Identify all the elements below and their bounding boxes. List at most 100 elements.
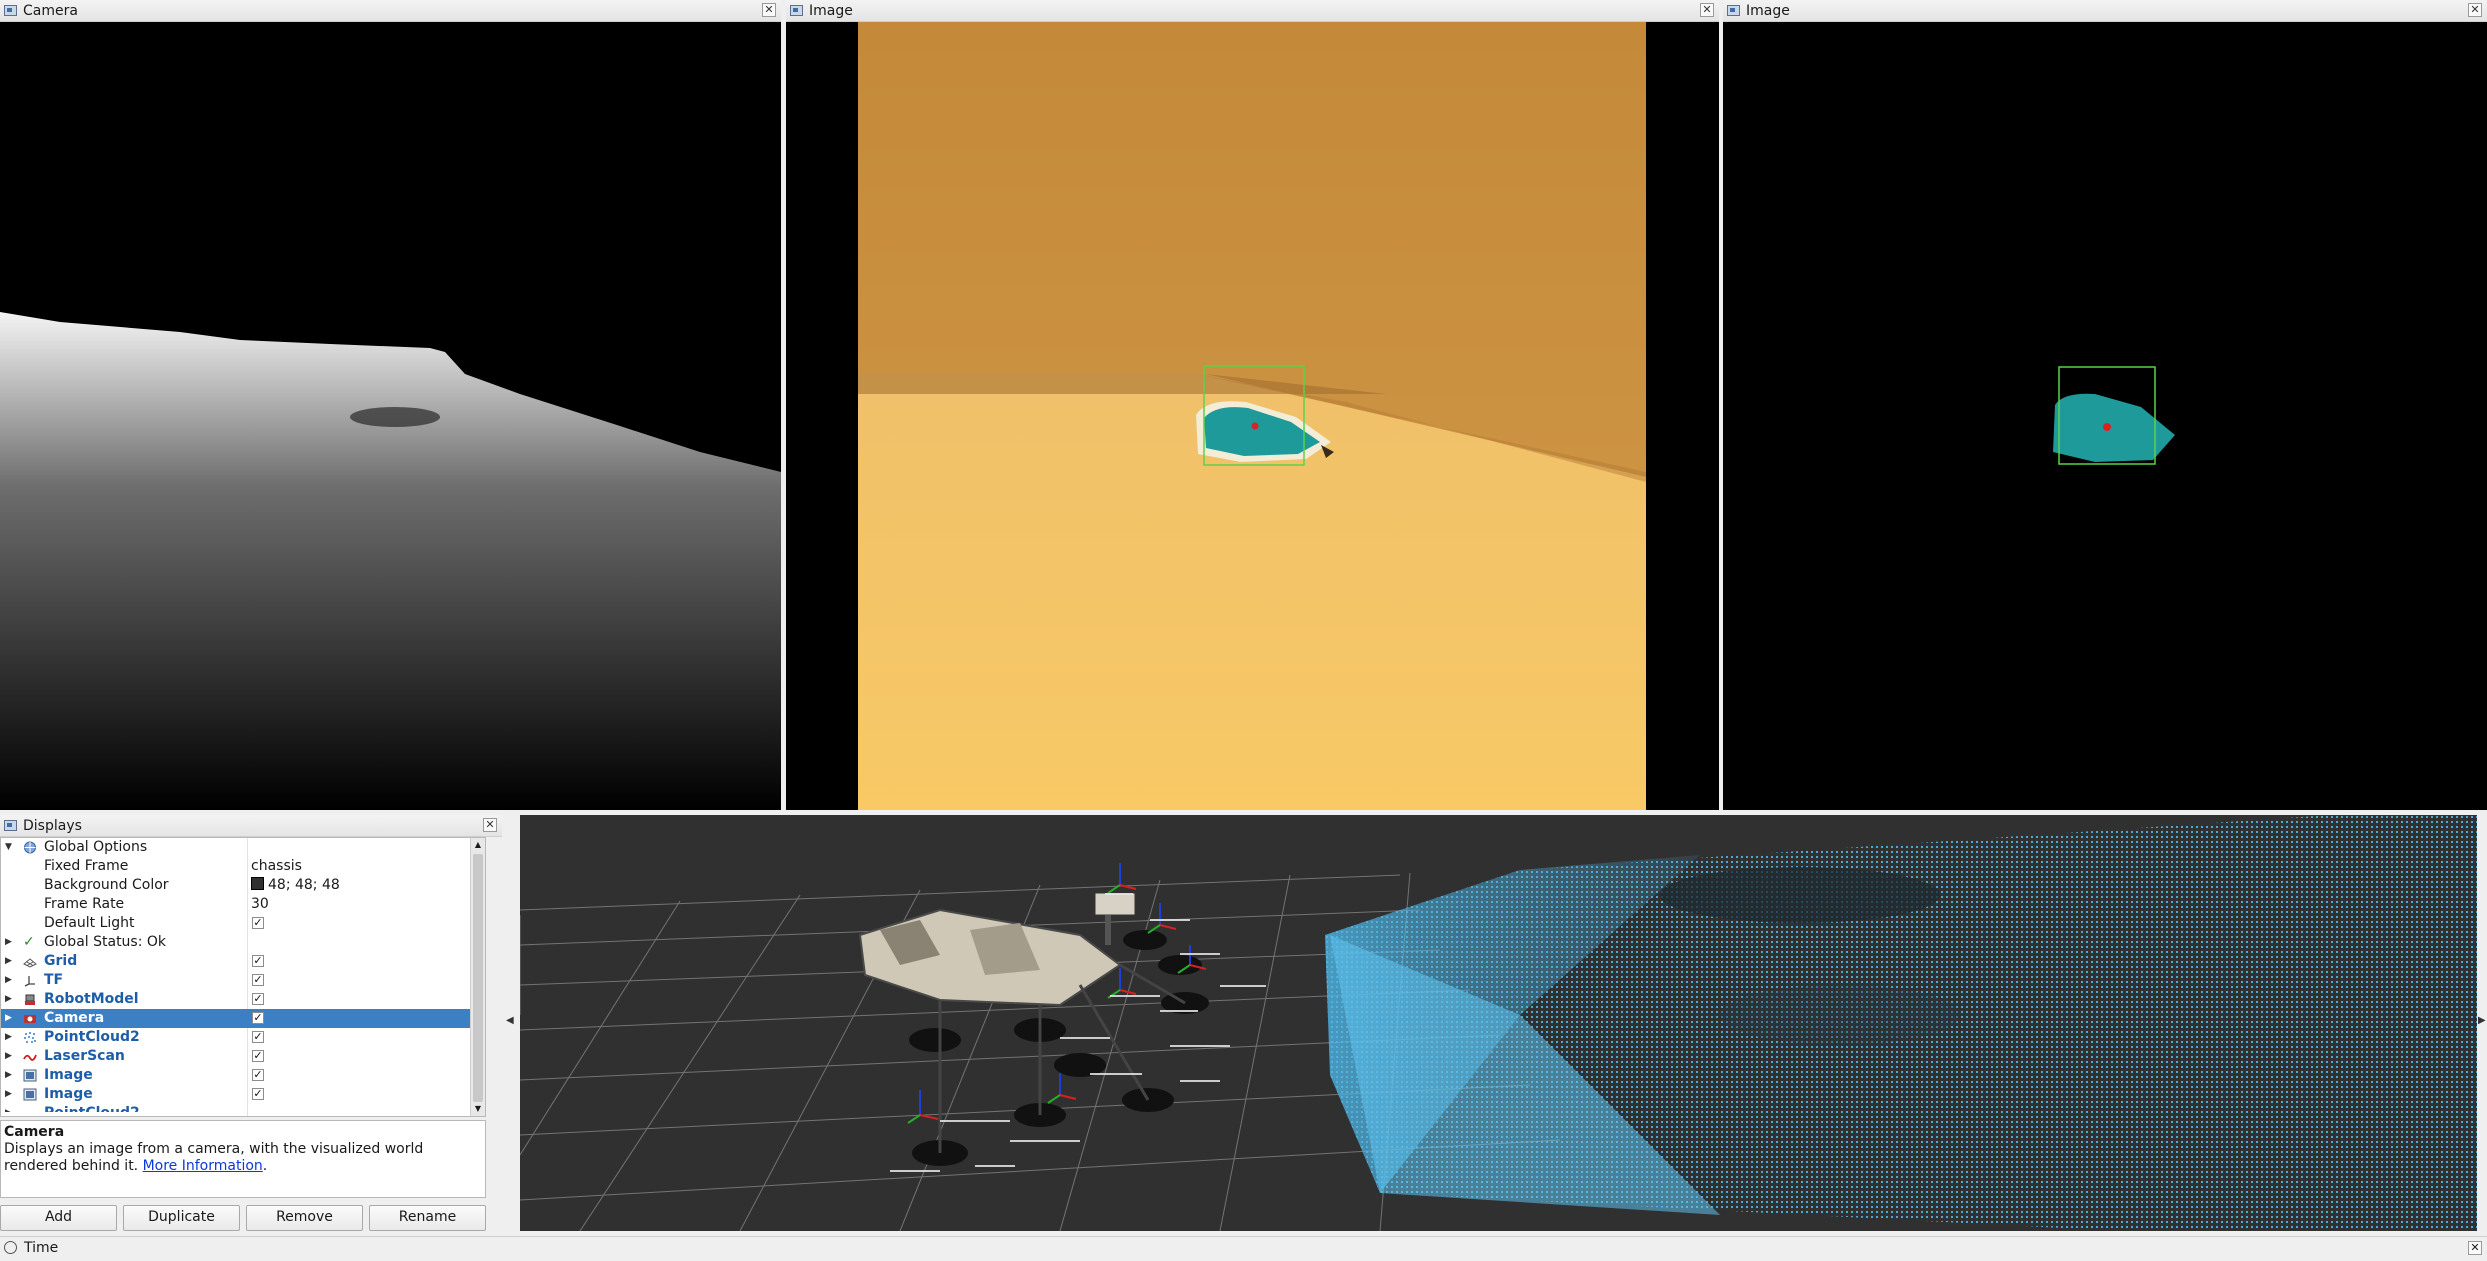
checkmark-icon: ✓ xyxy=(23,934,35,950)
camera-depth-view[interactable] xyxy=(0,22,781,810)
expand-arrow-icon[interactable]: ▼ xyxy=(5,838,15,857)
global-status-label: Global Status: Ok xyxy=(44,934,167,950)
collapse-arrow-icon[interactable]: ▶ xyxy=(5,1028,15,1047)
collapse-arrow-icon[interactable]: ▶ xyxy=(5,933,15,952)
tree-row-frame-rate[interactable]: Frame Rate 30 xyxy=(1,895,485,914)
background-color-label: Background Color xyxy=(44,877,169,893)
close-icon[interactable]: ✕ xyxy=(2468,3,2482,17)
rename-button[interactable]: Rename xyxy=(369,1205,486,1231)
camera-checkbox[interactable]: ✓ xyxy=(252,1012,264,1024)
camera-panel: Camera ✕ xyxy=(0,0,781,810)
displays-panel: Displays ✕ ▼ Global Options Fixed Frame … xyxy=(0,815,502,1235)
tree-row-global-options[interactable]: ▼ Global Options xyxy=(1,838,485,857)
grid-checkbox[interactable]: ✓ xyxy=(252,955,264,967)
image-1-checkbox[interactable]: ✓ xyxy=(252,1069,264,1081)
image-right-view[interactable] xyxy=(1723,22,2487,810)
duplicate-button[interactable]: Duplicate xyxy=(123,1205,240,1231)
clock-icon xyxy=(4,1241,17,1254)
pointcloud-icon xyxy=(24,1032,36,1043)
image-right-titlebar[interactable]: Image ✕ xyxy=(1723,0,2487,22)
scroll-up-icon[interactable]: ▲ xyxy=(471,838,485,852)
close-icon[interactable]: ✕ xyxy=(483,818,497,832)
mask-image xyxy=(1723,22,2487,810)
collapse-arrow-icon[interactable]: ▶ xyxy=(5,1085,15,1104)
collapse-arrow-icon[interactable]: ▶ xyxy=(5,952,15,971)
display-label-robotmodel: RobotModel xyxy=(44,991,139,1007)
tree-row-pointcloud2-2[interactable]: ▶ PointCloud2 xyxy=(1,1104,485,1112)
display-label-image-2: Image xyxy=(44,1086,93,1102)
description-body: Displays an image from a camera, with th… xyxy=(4,1141,424,1174)
displays-title: Displays xyxy=(23,817,82,834)
close-icon[interactable]: ✕ xyxy=(2468,1241,2482,1255)
display-label-image-1: Image xyxy=(44,1067,93,1083)
collapse-arrow-icon[interactable]: ▶ xyxy=(5,1047,15,1066)
monitor-icon xyxy=(4,820,17,831)
fixed-frame-value[interactable]: chassis xyxy=(251,857,302,876)
tf-icon xyxy=(24,976,35,987)
tree-row-camera[interactable]: ▶ Camera ✓ xyxy=(1,1009,485,1028)
global-options-label: Global Options xyxy=(44,839,148,855)
tree-row-background-color[interactable]: Background Color 48; 48; 48 xyxy=(1,876,485,895)
tree-row-image-2[interactable]: ▶ Image ✓ xyxy=(1,1085,485,1104)
default-light-checkbox[interactable]: ✓ xyxy=(252,917,264,929)
image-center-view[interactable] xyxy=(786,22,1719,810)
image-icon xyxy=(23,1088,37,1101)
tree-scrollbar[interactable]: ▲ ▼ xyxy=(470,838,485,1116)
3d-scene xyxy=(520,815,2477,1231)
laserscan-icon xyxy=(23,1054,37,1061)
collapse-left-arrow-icon[interactable]: ◀ xyxy=(506,1015,514,1026)
robotmodel-checkbox[interactable]: ✓ xyxy=(252,993,264,1005)
collapse-arrow-icon[interactable]: ▶ xyxy=(5,971,15,990)
pointcloud2-checkbox[interactable]: ✓ xyxy=(252,1031,264,1043)
mask-centroid xyxy=(2103,423,2111,431)
displays-titlebar[interactable]: Displays ✕ xyxy=(0,815,502,837)
collapse-arrow-icon[interactable]: ▶ xyxy=(5,1066,15,1085)
image-window-icon xyxy=(790,5,803,16)
remove-button[interactable]: Remove xyxy=(246,1205,363,1231)
tree-row-global-status[interactable]: ▶ ✓ Global Status: Ok xyxy=(1,933,485,952)
tree-row-robotmodel[interactable]: ▶ RobotModel ✓ xyxy=(1,990,485,1009)
close-icon[interactable]: ✕ xyxy=(762,3,776,17)
image-center-titlebar[interactable]: Image ✕ xyxy=(786,0,1719,22)
scroll-down-icon[interactable]: ▼ xyxy=(471,1102,485,1116)
collapse-arrow-icon[interactable]: ▶ xyxy=(5,1104,15,1112)
robot-model-icon xyxy=(25,994,35,1005)
frame-rate-value[interactable]: 30 xyxy=(251,895,269,914)
render-viewport[interactable] xyxy=(520,815,2477,1231)
display-label-tf: TF xyxy=(44,972,64,988)
tree-row-laserscan[interactable]: ▶ LaserScan ✓ xyxy=(1,1047,485,1066)
camera-icon xyxy=(24,1015,36,1023)
description-title: Camera xyxy=(4,1124,65,1140)
camera-window-icon xyxy=(4,5,17,16)
depth-image xyxy=(0,22,781,810)
image-2-checkbox[interactable]: ✓ xyxy=(252,1088,264,1100)
tf-checkbox[interactable]: ✓ xyxy=(252,974,264,986)
tree-row-fixed-frame[interactable]: Fixed Frame chassis xyxy=(1,857,485,876)
displays-tree[interactable]: ▼ Global Options Fixed Frame chassis Bac… xyxy=(0,837,486,1117)
time-panel: Time ✕ xyxy=(0,1236,2487,1261)
display-label-pointcloud2: PointCloud2 xyxy=(44,1029,140,1045)
more-information-link[interactable]: More Information xyxy=(143,1158,263,1174)
scrollbar-thumb[interactable] xyxy=(473,854,483,1102)
laserscan-checkbox[interactable]: ✓ xyxy=(252,1050,264,1062)
close-icon[interactable]: ✕ xyxy=(1700,3,1714,17)
fixed-frame-label: Fixed Frame xyxy=(44,858,129,874)
camera-panel-title: Camera xyxy=(23,2,78,19)
tree-row-tf[interactable]: ▶ TF ✓ xyxy=(1,971,485,990)
tree-row-pointcloud2[interactable]: ▶ PointCloud2 ✓ xyxy=(1,1028,485,1047)
add-button[interactable]: Add xyxy=(0,1205,117,1231)
collapse-arrow-icon[interactable]: ▶ xyxy=(5,1009,15,1028)
background-color-value[interactable]: 48; 48; 48 xyxy=(251,876,340,895)
grid-icon xyxy=(23,958,37,968)
collapse-right-arrow-icon[interactable]: ▶ xyxy=(2478,1015,2486,1026)
tree-row-default-light[interactable]: Default Light ✓ xyxy=(1,914,485,933)
display-label-laserscan: LaserScan xyxy=(44,1048,125,1064)
image-icon xyxy=(23,1069,37,1082)
default-light-label: Default Light xyxy=(44,915,135,931)
collapse-arrow-icon[interactable]: ▶ xyxy=(5,990,15,1009)
rgb-image xyxy=(786,22,1719,810)
tree-row-image-1[interactable]: ▶ Image ✓ xyxy=(1,1066,485,1085)
color-swatch xyxy=(251,877,264,890)
tree-row-grid[interactable]: ▶ Grid ✓ xyxy=(1,952,485,971)
camera-panel-titlebar[interactable]: Camera ✕ xyxy=(0,0,781,22)
